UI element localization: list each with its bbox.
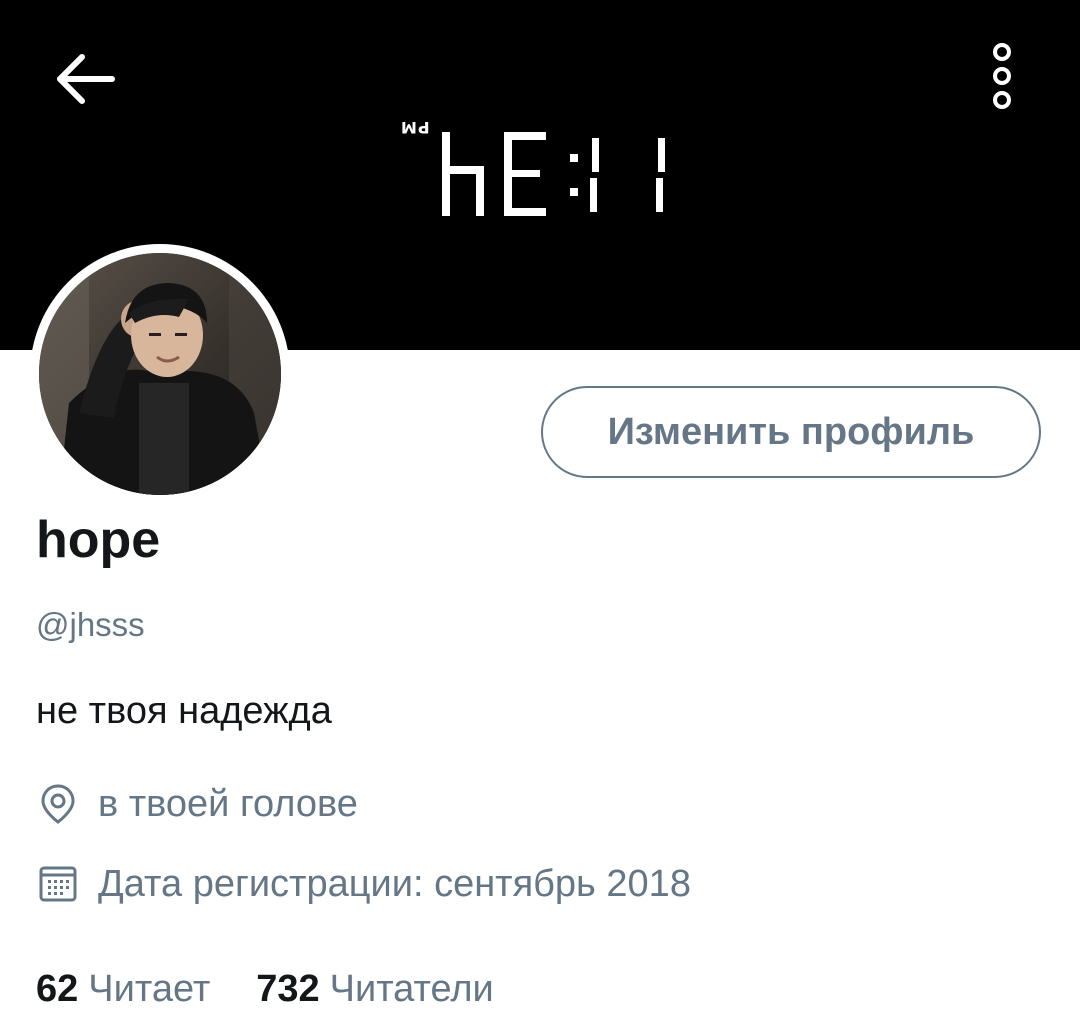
edit-profile-button[interactable]: Изменить профиль xyxy=(541,386,1041,478)
bio: не твоя надежда xyxy=(36,690,332,732)
followers-link[interactable]: 732 Читатели xyxy=(256,968,494,1011)
following-link[interactable]: 62 Читает xyxy=(36,968,210,1011)
join-date-row: Дата регистрации: сентябрь 2018 xyxy=(36,862,691,906)
avatar-photo xyxy=(39,253,281,495)
following-label: Читает xyxy=(88,968,211,1010)
avatar[interactable] xyxy=(39,253,281,495)
followers-count: 732 xyxy=(256,968,320,1010)
back-button[interactable] xyxy=(52,48,118,110)
more-options-button[interactable] xyxy=(980,40,1024,116)
followers-label: Читатели xyxy=(329,968,494,1010)
banner-clock: PM xyxy=(400,118,690,228)
location-pin-icon xyxy=(36,782,80,826)
following-count: 62 xyxy=(36,968,79,1010)
calendar-icon xyxy=(36,862,80,906)
display-name: hope xyxy=(36,511,161,569)
location-row: в твоей голове xyxy=(36,782,358,826)
join-date-text: Дата регистрации: сентябрь 2018 xyxy=(98,862,691,905)
arrow-left-icon xyxy=(57,54,115,104)
location-text: в твоей голове xyxy=(98,782,358,825)
more-vertical-icon xyxy=(993,43,1011,109)
clock-digits xyxy=(442,132,665,216)
follow-stats: 62 Читает 732 Читатели xyxy=(36,968,494,1011)
user-handle: @jhsss xyxy=(36,606,145,643)
